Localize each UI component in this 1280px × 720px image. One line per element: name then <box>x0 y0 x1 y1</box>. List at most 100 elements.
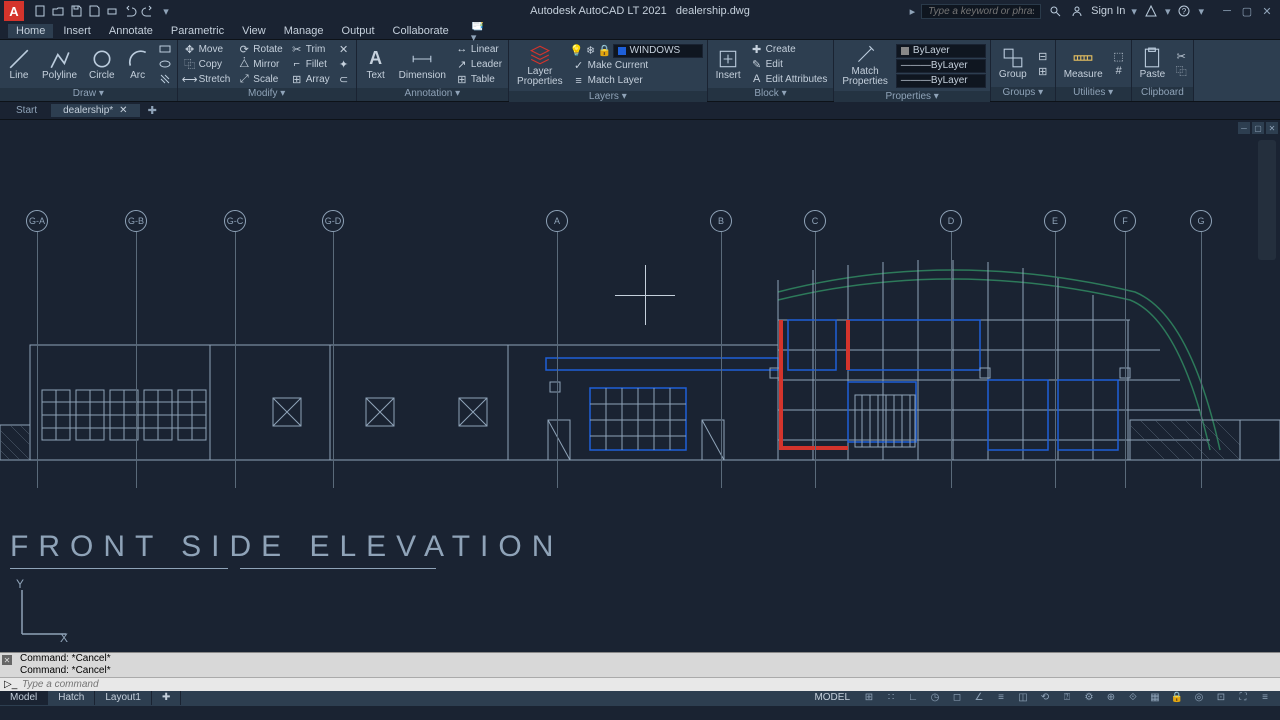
undo-icon[interactable] <box>122 3 138 19</box>
maximize-icon[interactable]: ▢ <box>1238 4 1256 18</box>
tab-hatch[interactable]: Hatch <box>48 690 95 705</box>
text-tool[interactable]: AText <box>361 46 391 83</box>
table-tool[interactable]: ⊞Table <box>454 72 504 86</box>
lineweight-selector[interactable]: ——— ByLayer <box>896 74 986 88</box>
isolate-icon[interactable]: ◎ <box>1190 690 1208 704</box>
rotate-tool[interactable]: ⟳Rotate <box>236 42 284 56</box>
tab-close-icon[interactable]: ✕ <box>119 105 127 116</box>
layer-freeze-icon[interactable]: ❄ <box>585 45 597 57</box>
line-tool[interactable]: Line <box>4 46 34 83</box>
panel-modify-title[interactable]: Modify ▾ <box>178 88 356 101</box>
tab-layout1[interactable]: Layout1 <box>95 690 152 705</box>
new-icon[interactable] <box>32 3 48 19</box>
annoscale-icon[interactable]: ⍰ <box>1058 690 1076 704</box>
paste-tool[interactable]: Paste <box>1136 45 1170 82</box>
array-tool[interactable]: ⊞Array <box>289 72 332 86</box>
count-tool[interactable]: # <box>1111 64 1127 78</box>
units-icon[interactable]: ⟐ <box>1124 690 1142 704</box>
cycling-icon[interactable]: ⟲ <box>1036 690 1054 704</box>
menu-insert[interactable]: Insert <box>55 24 99 38</box>
circle-tool[interactable]: Circle <box>85 46 119 83</box>
open-icon[interactable] <box>50 3 66 19</box>
mirror-tool[interactable]: ⧊Mirror <box>236 57 284 71</box>
menu-parametric[interactable]: Parametric <box>163 24 232 38</box>
otrack-icon[interactable]: ∠ <box>970 690 988 704</box>
menu-annotate[interactable]: Annotate <box>101 24 161 38</box>
panel-draw-title[interactable]: Draw ▾ <box>0 88 177 101</box>
panel-annotation-title[interactable]: Annotation ▾ <box>357 88 508 101</box>
linear-tool[interactable]: ↔Linear <box>454 42 504 56</box>
layer-properties-tool[interactable]: Layer Properties <box>513 42 567 89</box>
scale-tool[interactable]: ⤢Scale <box>236 72 284 86</box>
signin-dropdown-icon[interactable]: ▾ <box>1131 5 1137 18</box>
polyline-tool[interactable]: Polyline <box>38 46 81 83</box>
search-input[interactable] <box>921 4 1041 19</box>
drawing-canvas[interactable]: ─ ▢ ✕ <box>0 120 1280 652</box>
transparency-icon[interactable]: ◫ <box>1014 690 1032 704</box>
minimize-icon[interactable]: ─ <box>1218 4 1236 18</box>
polar-icon[interactable]: ◷ <box>926 690 944 704</box>
layer-lock-icon[interactable]: 🔒 <box>599 45 611 57</box>
stretch-tool[interactable]: ⟷Stretch <box>182 72 233 86</box>
annotation-monitor-icon[interactable]: ⊕ <box>1102 690 1120 704</box>
quickprops-icon[interactable]: ▦ <box>1146 690 1164 704</box>
app-dropdown-icon[interactable]: ▾ <box>1165 5 1171 18</box>
trim-tool[interactable]: ✂Trim <box>289 42 332 56</box>
tab-model[interactable]: Model <box>0 690 48 705</box>
help-icon[interactable]: ? <box>1176 3 1192 19</box>
workspace-icon[interactable]: ⚙ <box>1080 690 1098 704</box>
copy-clip-tool[interactable]: ⿻ <box>1173 64 1189 78</box>
arc-tool[interactable]: Arc <box>123 46 153 83</box>
panel-clipboard-title[interactable]: Clipboard <box>1132 87 1194 101</box>
app-icon[interactable]: A <box>4 1 24 21</box>
panel-utilities-title[interactable]: Utilities ▾ <box>1056 87 1131 101</box>
match-properties-tool[interactable]: Match Properties <box>838 42 892 89</box>
search-icon[interactable] <box>1047 3 1063 19</box>
saveas-icon[interactable] <box>86 3 102 19</box>
group-edit-tool[interactable]: ⊞ <box>1035 64 1051 78</box>
offset-tool[interactable]: ⊂ <box>336 72 352 86</box>
menu-output[interactable]: Output <box>334 24 383 38</box>
layer-bulb-icon[interactable]: 💡 <box>571 45 583 57</box>
group-tool[interactable]: Group <box>995 45 1031 82</box>
clean-screen-icon[interactable]: ⛶ <box>1234 690 1252 704</box>
qat-dropdown-icon[interactable]: ▾ <box>158 3 174 19</box>
move-tool[interactable]: ✥Move <box>182 42 233 56</box>
rectangle-tool[interactable] <box>157 42 173 56</box>
tab-add-layout-icon[interactable]: ✚ <box>152 690 181 705</box>
insert-tool[interactable]: Insert <box>712 46 745 83</box>
lock-ui-icon[interactable]: 🔒 <box>1168 690 1186 704</box>
edit-block-tool[interactable]: ✎Edit <box>749 57 830 71</box>
help-dropdown-icon[interactable]: ▾ <box>1198 5 1204 18</box>
select-tool[interactable]: ⬚ <box>1111 49 1127 63</box>
menu-view[interactable]: View <box>234 24 274 38</box>
user-icon[interactable] <box>1069 3 1085 19</box>
signin-link[interactable]: Sign In <box>1091 5 1125 17</box>
customize-icon[interactable]: ≡ <box>1256 690 1274 704</box>
menu-home[interactable]: Home <box>8 24 53 38</box>
autodesk-app-icon[interactable] <box>1143 3 1159 19</box>
edit-attributes-tool[interactable]: AEdit Attributes <box>749 72 830 86</box>
menu-collaborate[interactable]: Collaborate <box>385 24 457 38</box>
ortho-icon[interactable]: ∟ <box>904 690 922 704</box>
ellipse-tool[interactable] <box>157 57 173 71</box>
panel-properties-title[interactable]: Properties ▾ <box>834 91 990 102</box>
status-model[interactable]: MODEL <box>808 692 856 703</box>
tab-start[interactable]: Start <box>4 104 49 117</box>
close-icon[interactable]: ✕ <box>1258 4 1276 18</box>
fillet-tool[interactable]: ⌐Fillet <box>289 57 332 71</box>
grid-icon[interactable]: ⊞ <box>860 690 878 704</box>
osnap-icon[interactable]: ◻ <box>948 690 966 704</box>
layer-selector[interactable]: WINDOWS <box>613 44 703 58</box>
panel-layers-title[interactable]: Layers ▾ <box>509 91 707 102</box>
panel-groups-title[interactable]: Groups ▾ <box>991 87 1055 101</box>
copy-tool[interactable]: ⿻Copy <box>182 57 233 71</box>
tab-dealership[interactable]: dealership*✕ <box>51 104 139 117</box>
hardware-icon[interactable]: ⊡ <box>1212 690 1230 704</box>
command-input[interactable] <box>22 679 1276 690</box>
leader-tool[interactable]: ↗Leader <box>454 57 504 71</box>
explode-tool[interactable]: ✦ <box>336 57 352 71</box>
dimension-tool[interactable]: Dimension <box>395 46 450 83</box>
cmdline-close-icon[interactable]: ✕ <box>2 655 12 665</box>
redo-icon[interactable] <box>140 3 156 19</box>
